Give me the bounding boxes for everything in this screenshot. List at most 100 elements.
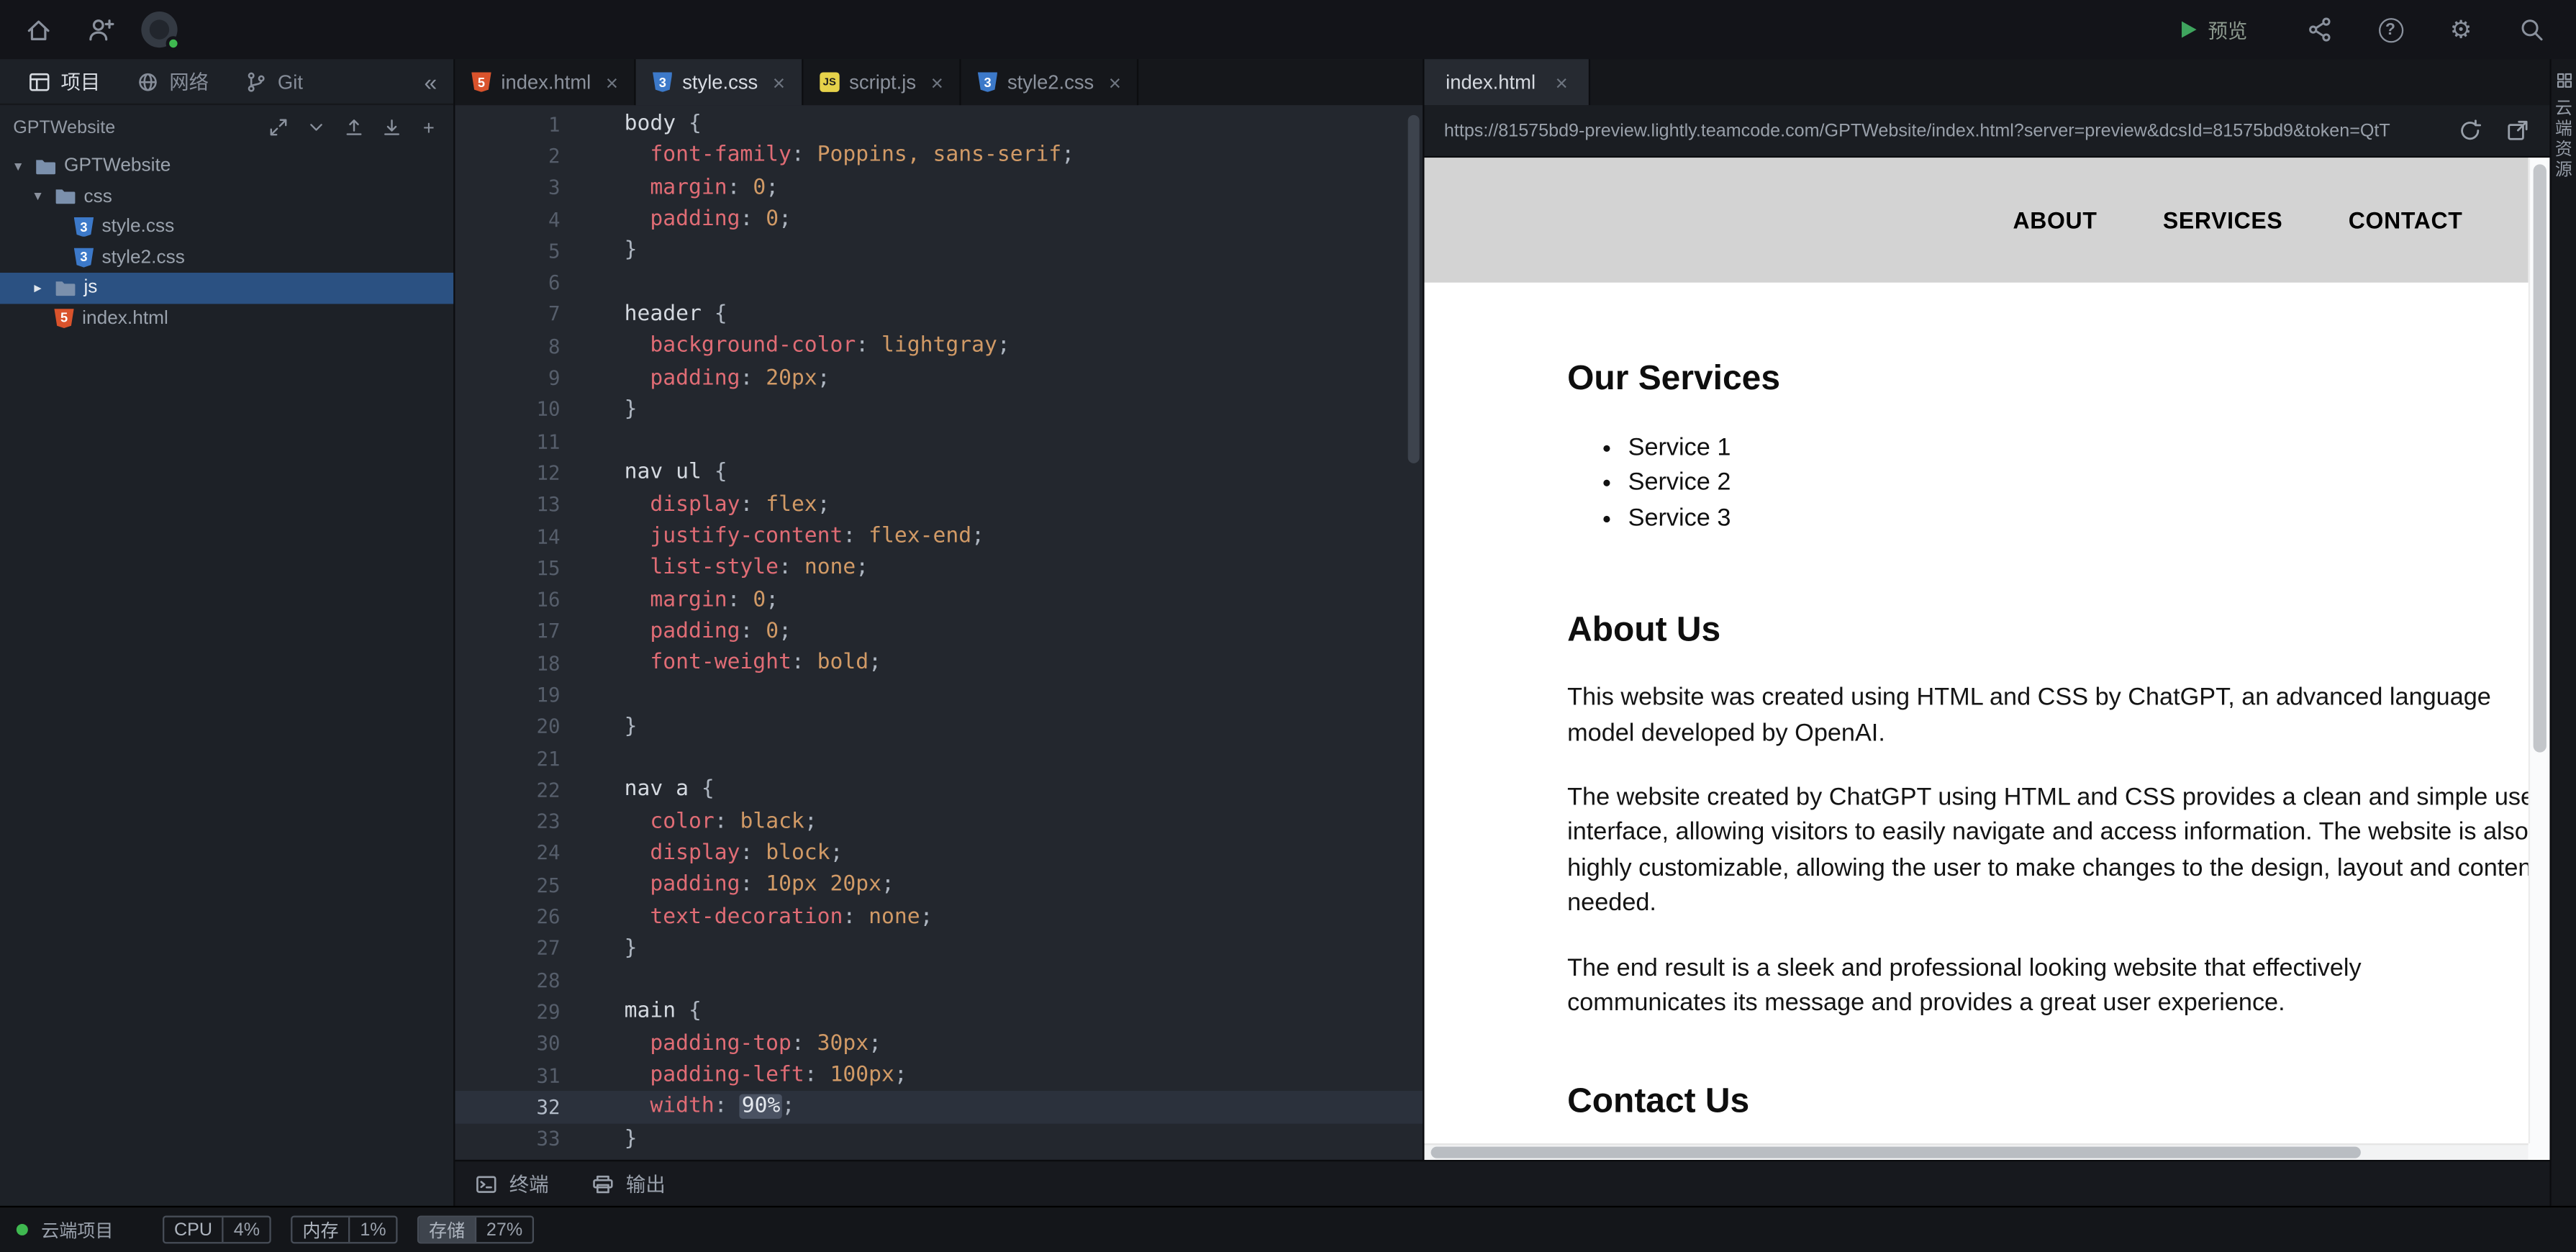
code-line[interactable]: 26 text-decoration: none;	[455, 901, 1423, 933]
home-button[interactable]	[17, 8, 59, 50]
code-line[interactable]: 9 padding: 20px;	[455, 362, 1423, 394]
code-line[interactable]: 13 display: flex;	[455, 489, 1423, 520]
code-line[interactable]: 25 padding: 10px 20px;	[455, 869, 1423, 901]
code-token: }	[624, 397, 638, 422]
tree-item-css[interactable]: ▾ css	[0, 181, 453, 212]
close-icon[interactable]: ×	[773, 70, 785, 94]
editor-scrollbar-thumb[interactable]	[1407, 114, 1420, 463]
code-line[interactable]: 10}	[455, 394, 1423, 425]
code-token: 0	[766, 207, 779, 232]
right-vertical-tab[interactable]: 云端资源	[2552, 72, 2576, 181]
code-line[interactable]: 27}	[455, 933, 1423, 964]
code-line[interactable]: 30 padding-top: 30px;	[455, 1028, 1423, 1059]
terminal-toggle[interactable]: 终端	[475, 1170, 549, 1198]
code-line[interactable]: 16 margin: 0;	[455, 584, 1423, 616]
code-line[interactable]: 19	[455, 679, 1423, 711]
code-line[interactable]: 2 font-family: Poppins, sans-serif;	[455, 140, 1423, 172]
help-button[interactable]: ?	[2369, 8, 2411, 50]
code-line[interactable]: 20}	[455, 711, 1423, 743]
connection-label[interactable]: 云端项目	[41, 1217, 113, 1243]
code-line[interactable]: 24 display: block;	[455, 838, 1423, 869]
browser-actions	[2458, 118, 2530, 142]
nav-link-services[interactable]: SERVICES	[2097, 191, 2283, 250]
code-line[interactable]: 3 margin: 0;	[455, 172, 1423, 204]
download-file-button[interactable]	[379, 116, 402, 139]
code-token: display	[650, 840, 740, 866]
sidebar-tab-network[interactable]: 网络	[118, 59, 227, 104]
editor-tab-index.html[interactable]: 5 index.html ×	[455, 59, 637, 106]
user-avatar[interactable]	[141, 11, 181, 51]
code-token: ;	[869, 1031, 882, 1056]
close-icon[interactable]: ×	[606, 70, 618, 94]
code-line[interactable]: 32 width: 90%;	[455, 1091, 1423, 1123]
output-toggle[interactable]: 输出	[591, 1170, 666, 1198]
code-line[interactable]: 21	[455, 743, 1423, 774]
share-button[interactable]	[2298, 8, 2341, 50]
expand-panel-button[interactable]	[266, 116, 289, 139]
sidebar-tab-project[interactable]: 项目	[10, 59, 119, 104]
css-file-icon: 3	[653, 72, 673, 92]
about-heading: About Us	[1567, 611, 1721, 650]
code-line[interactable]: 5}	[455, 235, 1423, 267]
tree-item-style2.css[interactable]: 3 style2.css	[0, 242, 453, 273]
line-number: 29	[536, 1000, 561, 1024]
code-line[interactable]: 14 justify-content: flex-end;	[455, 520, 1423, 552]
status-metric-存储[interactable]: 存储 27%	[417, 1215, 535, 1244]
metric-value: 4%	[233, 1220, 260, 1240]
settings-button[interactable]: ⚙	[2439, 8, 2482, 50]
code-line[interactable]: 33}	[455, 1123, 1423, 1155]
code-line[interactable]: 6	[455, 267, 1423, 299]
url-input[interactable]: https://81575bd9-preview.lightly.teamcod…	[1444, 121, 2438, 140]
project-menu-button[interactable]	[304, 116, 327, 139]
line-number: 25	[536, 874, 561, 897]
editor-tab-script.js[interactable]: JS script.js ×	[803, 59, 962, 106]
preview-hscrollbar-thumb[interactable]	[1430, 1146, 2361, 1158]
tree-item-GPTWebsite[interactable]: ▾ GPTWebsite	[0, 151, 453, 181]
line-number: 15	[536, 556, 561, 580]
close-icon[interactable]: ×	[931, 70, 943, 94]
sidebar-tab-git[interactable]: Git	[227, 59, 321, 104]
close-icon[interactable]: ×	[1555, 70, 1567, 94]
code-line[interactable]: 8 background-color: lightgray;	[455, 330, 1423, 362]
open-external-button[interactable]	[2505, 118, 2530, 142]
code-line[interactable]: 31 padding-left: 100px;	[455, 1059, 1423, 1091]
tree-item-index.html[interactable]: 5 index.html	[0, 303, 453, 333]
code-line[interactable]: 12 nav ul {	[455, 457, 1423, 489]
code-token: list-style	[650, 555, 779, 581]
run-preview-button[interactable]: 预览	[2182, 16, 2247, 44]
code-line[interactable]: 22 nav a {	[455, 774, 1423, 806]
refresh-button[interactable]	[2458, 118, 2482, 142]
tree-item-js[interactable]: ▸ js	[0, 273, 454, 304]
tree-item-style.css[interactable]: 3 style.css	[0, 212, 453, 242]
preview-vscrollbar-thumb[interactable]	[2533, 164, 2546, 753]
sidebar-tab-label: 项目	[60, 71, 101, 94]
code-line[interactable]: 23 color: black;	[455, 806, 1423, 838]
new-file-button[interactable]: +	[417, 116, 440, 139]
code-line[interactable]: 18 font-weight: bold;	[455, 648, 1423, 679]
code-line[interactable]: 7 header {	[455, 299, 1423, 330]
preview-tab[interactable]: index.html ×	[1424, 59, 1591, 106]
code-area[interactable]: 1 body {2 font-family: Poppins, sans-seri…	[455, 105, 1423, 1160]
code-line[interactable]: 4 padding: 0;	[455, 204, 1423, 235]
nav-link-contact[interactable]: CONTACT	[2282, 191, 2462, 250]
code-token: ;	[804, 809, 817, 835]
line-text: }	[561, 397, 638, 422]
code-line[interactable]: 17 padding: 0;	[455, 616, 1423, 648]
status-metric-cpu[interactable]: CPU 4%	[163, 1215, 272, 1244]
code-token: {	[676, 999, 702, 1025]
code-line[interactable]: 15 list-style: none;	[455, 552, 1423, 584]
invite-member-button[interactable]	[79, 8, 122, 50]
code-line[interactable]: 29 main {	[455, 996, 1423, 1028]
collapse-sidebar-button[interactable]: «	[425, 69, 437, 96]
search-button[interactable]	[2511, 8, 2553, 50]
editor-tab-style2.css[interactable]: 3 style2.css ×	[961, 59, 1140, 106]
code-line[interactable]: 1 body {	[455, 109, 1423, 140]
editor-tab-style.css[interactable]: 3 style.css ×	[636, 59, 804, 106]
code-line[interactable]: 28	[455, 964, 1423, 996]
upload-file-button[interactable]	[342, 116, 365, 139]
nav-link-about[interactable]: ABOUT	[1947, 191, 2097, 250]
code-line[interactable]: 11	[455, 425, 1423, 457]
line-text: font-family: Poppins, sans-serif;	[561, 144, 1074, 168]
status-metric-内存[interactable]: 内存 1%	[291, 1215, 398, 1244]
close-icon[interactable]: ×	[1109, 70, 1121, 94]
